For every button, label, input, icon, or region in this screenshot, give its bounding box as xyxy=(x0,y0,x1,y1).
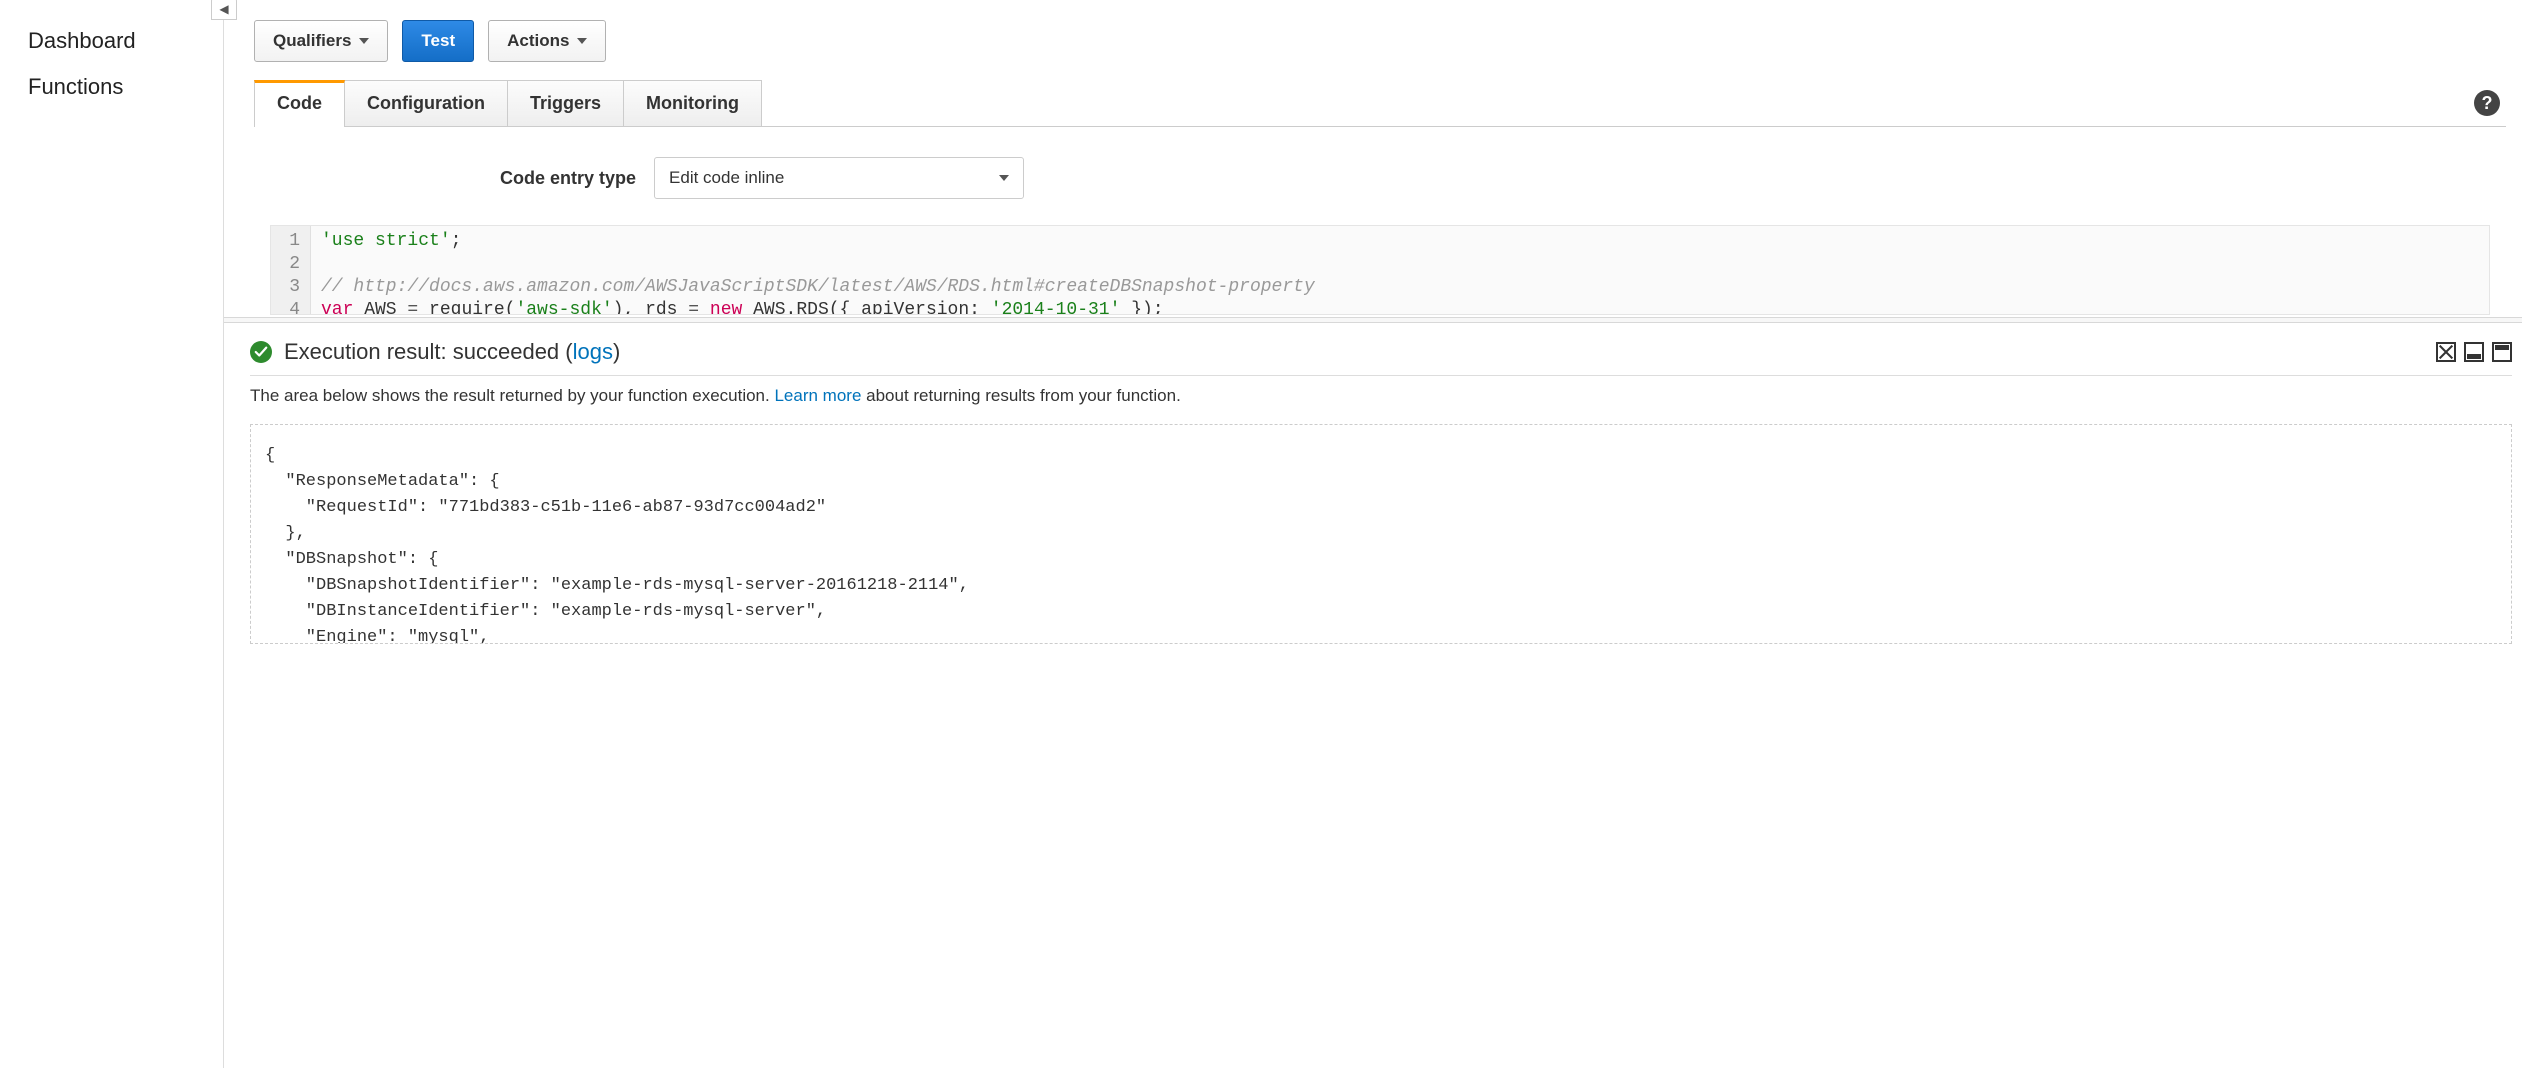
execution-result-panel: Execution result: succeeded (logs) The a… xyxy=(250,335,2512,644)
resize-handle[interactable] xyxy=(224,317,2522,323)
chevron-down-icon xyxy=(999,175,1009,181)
line-number: 4 xyxy=(281,299,300,315)
chevron-down-icon xyxy=(359,38,369,44)
help-icon[interactable]: ? xyxy=(2474,90,2500,116)
result-desc-pre: The area below shows the result returned… xyxy=(250,386,774,405)
tabs-row: Code Configuration Triggers Monitoring ? xyxy=(254,80,2506,127)
success-check-icon xyxy=(250,341,272,363)
result-description: The area below shows the result returned… xyxy=(250,386,2512,406)
tab-monitoring[interactable]: Monitoring xyxy=(623,80,762,126)
chevron-down-icon xyxy=(577,38,587,44)
test-button[interactable]: Test xyxy=(402,20,474,62)
learn-more-link[interactable]: Learn more xyxy=(774,386,861,405)
result-output[interactable]: { "ResponseMetadata": { "RequestId": "77… xyxy=(250,424,2512,644)
toolbar: Qualifiers Test Actions xyxy=(254,20,2506,62)
result-header: Execution result: succeeded (logs) xyxy=(250,335,2512,375)
tab-label: Configuration xyxy=(367,93,485,113)
tab-code[interactable]: Code xyxy=(254,80,345,126)
sidebar: ◀ Dashboard Functions xyxy=(0,0,224,1068)
sidebar-item-functions[interactable]: Functions xyxy=(0,64,223,110)
line-number: 2 xyxy=(281,253,300,276)
tab-content-code: Code entry type Edit code inline 1 2 3 4… xyxy=(254,127,2506,315)
result-desc-post: about returning results from your functi… xyxy=(861,386,1180,405)
code-entry-type-select[interactable]: Edit code inline xyxy=(654,157,1024,199)
tab-triggers[interactable]: Triggers xyxy=(507,80,624,126)
result-title: Execution result: succeeded (logs) xyxy=(284,339,620,365)
actions-label: Actions xyxy=(507,31,569,51)
sidebar-item-label: Dashboard xyxy=(28,28,136,53)
test-label: Test xyxy=(421,31,455,51)
line-number: 3 xyxy=(281,276,300,299)
divider xyxy=(250,375,2512,376)
main-content: Qualifiers Test Actions Code Configurati… xyxy=(224,0,2522,1068)
maximize-icon[interactable] xyxy=(2492,342,2512,362)
tab-configuration[interactable]: Configuration xyxy=(344,80,508,126)
result-title-prefix: Execution result: xyxy=(284,339,453,364)
sidebar-item-dashboard[interactable]: Dashboard xyxy=(0,18,223,64)
line-number: 1 xyxy=(281,230,300,253)
tab-label: Triggers xyxy=(530,93,601,113)
tab-label: Monitoring xyxy=(646,93,739,113)
tab-label: Code xyxy=(277,93,322,113)
panel-controls xyxy=(2436,342,2512,362)
code-entry-row: Code entry type Edit code inline xyxy=(270,157,2490,199)
tabs: Code Configuration Triggers Monitoring xyxy=(254,80,761,126)
minimize-icon[interactable] xyxy=(2464,342,2484,362)
logs-link[interactable]: logs xyxy=(573,339,613,364)
editor-gutter: 1 2 3 4 xyxy=(271,226,311,314)
result-status: succeeded xyxy=(453,339,559,364)
sidebar-item-label: Functions xyxy=(28,74,123,99)
qualifiers-dropdown[interactable]: Qualifiers xyxy=(254,20,388,62)
qualifiers-label: Qualifiers xyxy=(273,31,351,51)
code-entry-label: Code entry type xyxy=(500,168,636,189)
actions-dropdown[interactable]: Actions xyxy=(488,20,606,62)
editor-code: 'use strict'; // http://docs.aws.amazon.… xyxy=(311,226,1325,314)
code-editor[interactable]: 1 2 3 4 'use strict'; // http://docs.aws… xyxy=(270,225,2490,315)
select-value: Edit code inline xyxy=(669,168,784,188)
close-icon[interactable] xyxy=(2436,342,2456,362)
